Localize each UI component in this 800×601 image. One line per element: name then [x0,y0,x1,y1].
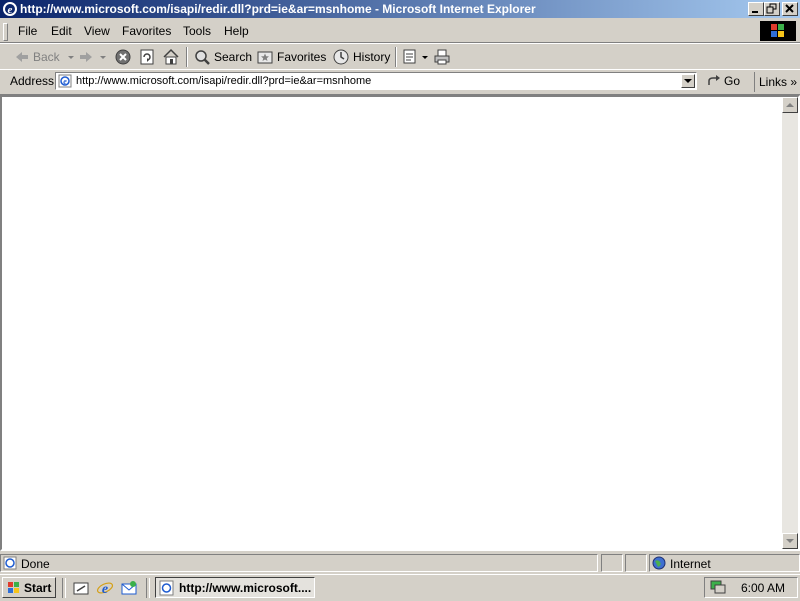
mail-dropdown-icon [422,56,428,59]
show-desktop-button[interactable] [72,579,90,597]
home-icon [163,48,179,65]
taskbar-separator [62,578,66,598]
search-label: Search [214,50,253,64]
links-button[interactable]: Links » [754,72,797,92]
favorites-button[interactable]: Favorites [256,47,326,67]
taskbar-separator [146,578,150,598]
start-button[interactable]: Start [2,577,56,598]
back-dropdown-icon [67,56,74,59]
toolbar-separator [395,47,397,67]
ie-page-icon [159,580,174,595]
close-button[interactable] [782,2,798,16]
svg-text:e: e [8,4,13,16]
go-button[interactable]: Go [706,73,740,89]
menu-bar: File Edit View Favorites Tools Help [0,20,800,43]
status-text: Done [21,557,50,571]
go-label: Go [724,74,741,88]
print-icon [434,49,450,65]
vertical-scrollbar[interactable] [782,97,798,549]
address-url: http://www.microsoft.com/isapi/redir.dll… [76,75,372,87]
ie-logo-icon: e [96,582,114,597]
status-panel: Done [0,554,598,572]
search-button[interactable]: Search [193,47,252,67]
status-bar: Done Internet [0,553,800,573]
favorites-icon [257,51,273,64]
mail-icon [403,49,416,64]
menu-edit[interactable]: Edit [51,24,72,38]
arrow-up-icon [786,103,794,107]
address-field[interactable]: e http://www.microsoft.com/isapi/redir.d… [55,72,697,90]
window-title: http://www.microsoft.com/isapi/redir.dll… [20,2,536,16]
zone-panel: Internet [649,554,800,572]
globe-icon [652,556,666,573]
back-arrow-icon [16,52,28,62]
back-label: Back [33,50,60,64]
minimize-button[interactable] [748,2,764,16]
address-bar: Address e http://www.microsoft.com/isapi… [0,69,800,95]
history-icon [333,49,349,65]
home-button[interactable] [162,47,180,67]
standard-toolbar: Back Search Favorites History [0,43,800,70]
web-page-area[interactable] [2,97,782,549]
menu-help[interactable]: Help [224,24,249,38]
status-secure-panel [625,554,647,572]
zone-text: Internet [670,557,711,571]
menu-grip[interactable] [3,23,8,41]
scroll-down-button[interactable] [782,533,798,549]
windows-flag-icon [8,581,19,593]
chevron-right-icon: » [790,75,798,89]
restore-button[interactable] [764,2,780,16]
svg-text:e: e [63,77,67,86]
taskbar-task-label: http://www.microsoft.... [179,580,312,595]
go-arrow-icon [708,75,720,85]
menu-view[interactable]: View [84,24,110,38]
stop-icon [115,49,131,65]
quicklaunch-ie-button[interactable]: e [96,579,114,597]
history-button[interactable]: History [332,47,390,67]
forward-button[interactable] [78,47,108,67]
address-dropdown-button[interactable] [681,74,695,88]
windows-logo-icon [771,24,784,37]
network-icon[interactable] [709,579,727,598]
page-status-icon [3,556,17,573]
search-icon [195,50,210,65]
favorites-label: Favorites [277,50,327,64]
menu-file[interactable]: File [18,24,37,38]
outlook-express-icon [121,581,137,595]
title-bar[interactable]: e http://www.microsoft.com/isapi/redir.d… [0,0,800,18]
minimize-icon [752,11,758,13]
page-ie-icon: e [58,74,72,91]
chevron-down-icon [684,79,692,83]
svg-text:e: e [102,582,108,597]
forward-arrow-icon [80,52,92,62]
print-button[interactable] [433,47,451,67]
stop-button[interactable] [114,47,132,67]
taskbar-ie-task[interactable]: http://www.microsoft.... [155,577,315,598]
menu-tools[interactable]: Tools [183,24,211,38]
history-label: History [353,50,391,64]
windows-throbber [760,21,796,41]
start-label: Start [24,580,52,595]
links-label: Links [759,75,788,89]
browser-content [0,95,800,551]
clock[interactable]: 6:00 AM [741,581,785,595]
quicklaunch-outlook-button[interactable] [120,579,138,597]
refresh-icon [140,49,154,65]
address-label: Address [10,74,55,88]
taskbar: Start e http://www.microsoft.... 6:00 AM [0,574,800,601]
mail-button[interactable] [402,47,430,67]
forward-dropdown-icon [100,56,106,59]
restore-icon [766,3,777,14]
status-progress-panel [601,554,623,572]
ie-logo-icon: e [2,1,18,20]
refresh-button[interactable] [138,47,156,67]
system-tray: 6:00 AM [704,577,798,598]
close-icon [785,4,794,13]
back-button[interactable]: Back [14,47,76,67]
toolbar-separator [186,47,188,67]
menu-favorites[interactable]: Favorites [122,24,171,38]
show-desktop-icon [73,582,89,595]
arrow-down-icon [786,539,794,543]
scroll-up-button[interactable] [782,97,798,113]
